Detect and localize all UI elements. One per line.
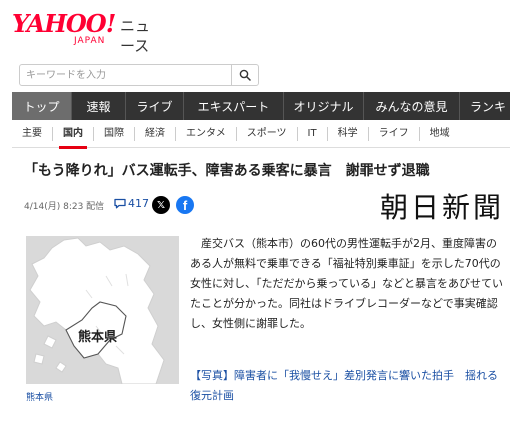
related-tag: 【写真】 — [190, 369, 234, 382]
site-header: YAHOO! JAPAN ニュース — [0, 0, 510, 56]
related-text: 障害者に「我慢せえ」差別発言に響いた拍手 揺れる復元計画 — [190, 369, 498, 402]
tab-ranking[interactable]: ランキ — [460, 92, 510, 120]
category-domestic[interactable]: 国内 — [53, 126, 94, 149]
x-icon: 𝕏 — [156, 199, 166, 211]
map-label: 熊本県 — [78, 330, 118, 345]
comment-link[interactable]: 417 — [114, 197, 149, 210]
category-life[interactable]: ライフ — [369, 126, 420, 141]
tab-original[interactable]: オリジナル — [284, 92, 364, 120]
facebook-icon: f — [182, 198, 188, 213]
kumamoto-map-image[interactable]: 熊本県 — [26, 236, 179, 384]
logo-japan: JAPAN — [74, 36, 106, 46]
tab-top[interactable]: トップ — [12, 92, 72, 120]
search-box — [19, 64, 259, 86]
comment-count: 417 — [128, 197, 149, 210]
category-sports[interactable]: スポーツ — [237, 126, 298, 141]
comment-icon — [114, 198, 126, 209]
logo-news-label: ニュース — [120, 17, 151, 55]
tab-live[interactable]: ライブ — [126, 92, 184, 120]
yahoo-japan-logo[interactable]: YAHOO! JAPAN ニュース — [12, 9, 162, 56]
main-nav: トップ 速報 ライブ エキスパート オリジナル みんなの意見 ランキ — [12, 92, 510, 120]
article-timestamp: 4/14(月) 8:23 配信 — [24, 202, 105, 212]
category-economy[interactable]: 経済 — [135, 126, 176, 141]
related-article-link[interactable]: 【写真】障害者に「我慢せえ」差別発言に響いた拍手 揺れる復元計画 — [190, 366, 508, 406]
tab-opinions[interactable]: みんなの意見 — [364, 92, 460, 120]
logo-wordmark: YAHOO! — [12, 9, 116, 38]
article-body: 産交バス（熊本市）の60代の男性運転手が2月、重度障害のある人が無料で乗車できる… — [190, 237, 503, 330]
category-it[interactable]: IT — [298, 126, 328, 141]
category-main[interactable]: 主要 — [12, 126, 53, 141]
search-icon — [239, 69, 251, 81]
publisher-logo[interactable]: 朝日新聞 — [380, 186, 504, 226]
category-science[interactable]: 科学 — [328, 126, 369, 141]
share-x-button[interactable]: 𝕏 — [152, 196, 170, 214]
search-input[interactable] — [20, 65, 230, 85]
tab-expert[interactable]: エキスパート — [184, 92, 284, 120]
category-international[interactable]: 国際 — [94, 126, 135, 141]
article-title: 「もう降りれ」バス運転手、障害ある乗客に暴言 謝罪せず退職 — [24, 163, 430, 179]
image-caption[interactable]: 熊本県 — [26, 390, 53, 403]
tab-breaking[interactable]: 速報 — [72, 92, 126, 120]
share-facebook-button[interactable]: f — [176, 196, 194, 214]
search-button[interactable] — [231, 65, 258, 85]
category-nav: 主要 国内 国際 経済 エンタメ スポーツ IT 科学 ライフ 地域 — [12, 120, 510, 149]
kyushu-map-shape — [29, 237, 165, 384]
category-entertainment[interactable]: エンタメ — [176, 126, 237, 141]
category-local[interactable]: 地域 — [420, 127, 460, 141]
